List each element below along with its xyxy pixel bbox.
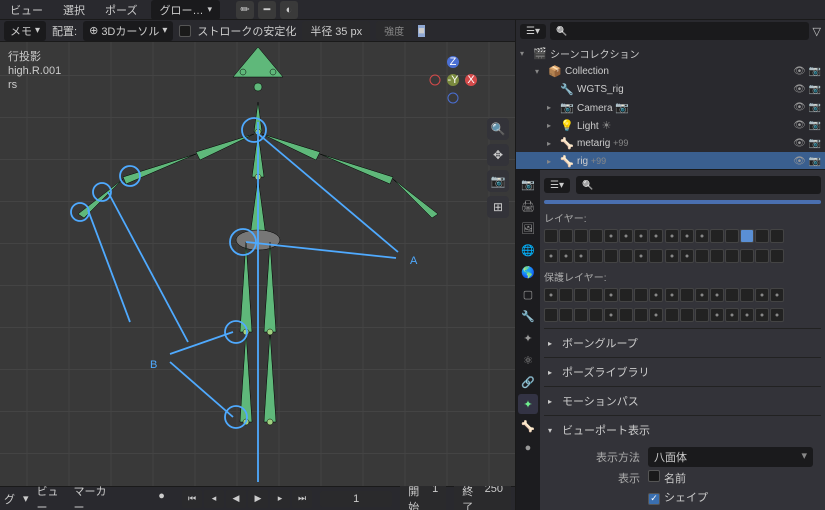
- annotation-a: A: [410, 255, 418, 267]
- placement-label: 配置:: [52, 23, 77, 39]
- tool-icon[interactable]: ✏: [236, 1, 254, 19]
- outliner-item[interactable]: ▸🦴metarig +99👁 📷: [516, 134, 825, 152]
- outliner: ☰▾ ▽ ▾🎬シーンコレクション ▾📦Collection👁 📷🔧WGTS_ri…: [516, 20, 825, 170]
- keyframe-next-icon[interactable]: ▸: [270, 490, 290, 508]
- annotation-b: B: [150, 359, 157, 371]
- mode-dropdown[interactable]: グロー…: [151, 0, 220, 20]
- protected-layers-label: 保護レイヤー:: [544, 269, 821, 284]
- scene-tab-icon[interactable]: 🌐: [518, 240, 538, 260]
- outliner-item[interactable]: ▸💡Light ☀👁 📷: [516, 116, 825, 134]
- properties-tabs: 📷 🖨 🖼 🌐 🌎 ▢ 🔧 ✦ ⚛ 🔗 ✦ 🦴 ●: [516, 170, 540, 510]
- modifier-tab-icon[interactable]: 🔧: [518, 306, 538, 326]
- show-shapes-checkbox[interactable]: [648, 493, 660, 505]
- outliner-item[interactable]: 🔧WGTS_rig👁 📷: [516, 80, 825, 98]
- play-icon[interactable]: ▶: [248, 490, 268, 508]
- panel-bonegroups[interactable]: ▸ボーングループ: [544, 333, 821, 353]
- keyframe-prev-icon[interactable]: ◂: [204, 490, 224, 508]
- strength-field[interactable]: 強度: [376, 21, 412, 40]
- stabilize-checkbox[interactable]: [179, 25, 191, 37]
- panel-poselib[interactable]: ▸ポーズライブラリ: [544, 362, 821, 382]
- show-names-checkbox[interactable]: [648, 470, 660, 482]
- panel-motionpaths[interactable]: ▸モーションパス: [544, 391, 821, 411]
- timeline-menu[interactable]: グ: [4, 491, 15, 507]
- outliner-item[interactable]: ▸📷Camera 📷👁 📷: [516, 98, 825, 116]
- armature-layers[interactable]: [544, 229, 821, 243]
- autokey-icon[interactable]: ●: [158, 490, 174, 508]
- outliner-search[interactable]: [550, 22, 809, 40]
- layers-label: レイヤー:: [544, 210, 821, 225]
- props-mode[interactable]: ☰▾: [544, 178, 570, 193]
- memo-dropdown[interactable]: メモ▾: [4, 21, 46, 41]
- outliner-mode[interactable]: ☰▾: [520, 24, 546, 39]
- constraint-tab-icon[interactable]: 🔗: [518, 372, 538, 392]
- jump-start-icon[interactable]: ⏮: [182, 490, 202, 508]
- scene-collection-row[interactable]: ▾🎬シーンコレクション: [516, 44, 825, 62]
- tool-icon[interactable]: ━: [258, 1, 276, 19]
- menu-view[interactable]: ビュー: [4, 0, 49, 20]
- color-swatch[interactable]: ■: [418, 25, 425, 37]
- armature-tab-icon[interactable]: ✦: [518, 394, 538, 414]
- view-tab-icon[interactable]: 🖼: [518, 218, 538, 238]
- protected-layers[interactable]: [544, 288, 821, 302]
- material-tab-icon[interactable]: ●: [518, 438, 538, 458]
- timeline-menu-view[interactable]: ビュー: [37, 483, 66, 510]
- protected-layers-2[interactable]: [544, 308, 821, 322]
- outliner-item[interactable]: ▾📦Collection👁 📷: [516, 62, 825, 80]
- viewport-overlay-text: 行投影 high.R.001 rs: [8, 50, 61, 92]
- viewport-header: メモ▾ 配置: ⊕3Dカーソル▾ ストロークの安定化 半径 35 px 強度 ■: [0, 20, 515, 42]
- 3d-viewport[interactable]: 行投影 high.R.001 rs -Y Z X 🔍 ✥ 📷 ⊞: [0, 42, 515, 486]
- particle-tab-icon[interactable]: ✦: [518, 328, 538, 348]
- render-tab-icon[interactable]: 📷: [518, 174, 538, 194]
- outliner-item[interactable]: ▸🦴rig +99👁 📷: [516, 152, 825, 169]
- tool-icon[interactable]: ◐: [280, 1, 298, 19]
- panel-viewport-display[interactable]: ▾ビューポート表示: [544, 420, 821, 440]
- cursor-mode-dropdown[interactable]: ⊕3Dカーソル▾: [83, 21, 173, 41]
- radius-field[interactable]: 半径 35 px: [302, 21, 370, 41]
- world-tab-icon[interactable]: 🌎: [518, 262, 538, 282]
- physics-tab-icon[interactable]: ⚛: [518, 350, 538, 370]
- props-search[interactable]: [576, 176, 821, 194]
- props-breadcrumb[interactable]: [544, 200, 821, 204]
- armature-layers-2[interactable]: [544, 249, 821, 263]
- object-tab-icon[interactable]: ▢: [518, 284, 538, 304]
- output-tab-icon[interactable]: 🖨: [518, 196, 538, 216]
- display-method-select[interactable]: 八面体: [648, 447, 813, 467]
- timeline-menu-marker[interactable]: マーカー: [74, 483, 113, 510]
- menu-pose[interactable]: ポーズ: [99, 0, 143, 20]
- armature-rig: A B: [178, 42, 516, 482]
- stabilize-label: ストロークの安定化: [197, 23, 296, 39]
- top-menu-bar: ビュー 選択 ポーズ グロー… ✏ ━ ◐: [0, 0, 825, 20]
- bone-tab-icon[interactable]: 🦴: [518, 416, 538, 436]
- menu-select[interactable]: 選択: [57, 0, 91, 20]
- jump-end-icon[interactable]: ⏭: [292, 490, 312, 508]
- current-frame[interactable]: 1: [320, 491, 392, 507]
- timeline: グ▾ ビュー マーカー ● ⏮ ◂ ◀ ▶ ▸ ⏭ 1 開始1 終了250: [0, 486, 515, 510]
- filter-icon[interactable]: ▽: [813, 25, 821, 38]
- play-reverse-icon[interactable]: ◀: [226, 490, 246, 508]
